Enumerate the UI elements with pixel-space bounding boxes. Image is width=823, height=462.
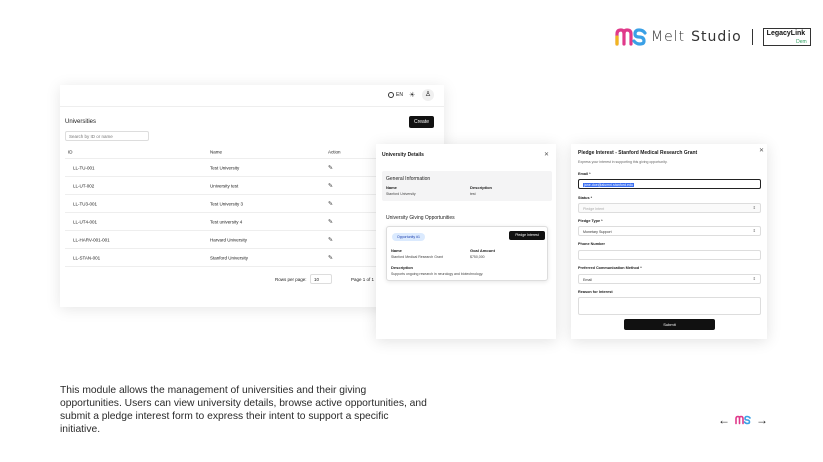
create-button[interactable]: Create <box>409 116 434 128</box>
top-bar: EN ☀ ♙ <box>60 85 444 107</box>
chevron-updown-icon: ⇕ <box>752 205 756 210</box>
cell-name: Test University 3 <box>210 201 244 206</box>
arrow-right-icon[interactable]: → <box>756 414 768 426</box>
column-header-action: Action <box>328 149 341 155</box>
name-value: Stanford University <box>386 192 416 196</box>
pledge-type-label: Pledge Type * <box>578 219 603 223</box>
submit-button[interactable]: Submit <box>624 319 715 330</box>
pledge-title: Pledge Interest - Stanford Medical Resea… <box>578 150 698 156</box>
opportunity-badge: Opportunity #1 <box>392 233 425 241</box>
cell-name: Harvard University <box>210 237 248 242</box>
description-label: Description <box>470 185 493 190</box>
email-label: Email * <box>578 172 591 176</box>
cell-name: Test University <box>210 165 240 170</box>
close-icon[interactable]: ✕ <box>544 151 549 158</box>
page-indicator: Page 1 of 1 <box>351 277 375 282</box>
cell-id: LL-TU3-001 <box>73 201 98 206</box>
communication-method-select[interactable]: Email ⇕ <box>578 274 761 284</box>
page-title: Universities <box>65 119 97 125</box>
email-value: jane.doe@alumni.stanford.edu <box>583 183 635 187</box>
edit-pencil-icon[interactable]: ✎ <box>328 182 333 189</box>
close-icon[interactable]: ✕ <box>759 147 764 154</box>
phone-label: Phone Number <box>578 242 606 246</box>
chevron-updown-icon: ⇕ <box>752 276 756 281</box>
cell-id: LL-UT4-001 <box>73 219 98 224</box>
status-select[interactable]: Pledge Intent ⇕ <box>578 203 761 213</box>
cell-id: LL-TU-001 <box>73 165 95 170</box>
globe-icon <box>388 92 394 98</box>
edit-pencil-icon[interactable]: ✎ <box>328 236 333 243</box>
cell-id: LL-HARV-001-001 <box>73 237 110 242</box>
cell-name: Stanford University <box>210 255 249 260</box>
opp-description-label: Description <box>391 265 414 270</box>
cell-id: LL-UT-002 <box>73 183 95 188</box>
giving-opportunities-title: University Giving Opportunities <box>386 215 455 221</box>
opp-name-label: Name <box>391 248 402 253</box>
phone-field[interactable] <box>578 250 761 260</box>
search-input[interactable]: Search by ID or name <box>65 131 149 141</box>
theme-toggle-icon[interactable]: ☀ <box>409 91 415 99</box>
pledge-interest-panel: Pledge Interest - Stanford Medical Resea… <box>571 144 767 339</box>
description-value: test <box>470 192 476 196</box>
name-label: Name <box>386 185 397 190</box>
brand-divider <box>751 29 753 45</box>
details-title: University Details <box>382 152 424 158</box>
general-info-title: General Information <box>386 176 431 182</box>
legacylink-logo: LegacyLink Dem <box>762 28 811 46</box>
pledge-interest-button[interactable]: Pledge Interest <box>509 231 545 240</box>
legacylink-sub: Dem <box>796 39 807 45</box>
reason-label: Reason for Interest <box>578 290 613 294</box>
rows-per-page-label: Rows per page: <box>275 277 307 282</box>
cell-name: University test <box>210 183 239 188</box>
status-label: Status * <box>578 196 593 200</box>
opp-name-value: Stanford Medical Research Grant <box>391 255 443 259</box>
melt-studio-logo-icon <box>615 28 647 46</box>
column-header-name: Name <box>210 149 223 155</box>
pledge-type-select[interactable]: Monetary Support ⇕ <box>578 226 761 236</box>
reason-textarea[interactable] <box>578 297 761 315</box>
slide-navigation: ← → <box>718 414 768 426</box>
status-value: Pledge Intent <box>583 207 605 211</box>
language-label: EN <box>396 92 403 98</box>
rows-per-page-select[interactable]: 10 <box>310 274 332 284</box>
edit-pencil-icon[interactable]: ✎ <box>328 200 333 207</box>
goal-value: $750,000 <box>470 255 485 259</box>
brand-studio-text: Studio <box>691 29 742 45</box>
brand-melt-text: Melt <box>651 29 686 45</box>
module-description: This module allows the management of uni… <box>60 385 427 435</box>
edit-pencil-icon[interactable]: ✎ <box>328 218 333 225</box>
opportunity-card: Opportunity #1 Pledge Interest Name Stan… <box>386 226 548 281</box>
communication-method-label: Preferred Communication Method * <box>578 266 642 270</box>
edit-pencil-icon[interactable]: ✎ <box>328 164 333 171</box>
brand-header: Melt Studio LegacyLink Dem <box>615 26 811 48</box>
pledge-subtitle: Express your interest in supporting this… <box>578 160 668 164</box>
general-info-card: General Information Name Stanford Univer… <box>382 171 552 201</box>
language-switch[interactable]: EN <box>388 92 403 98</box>
column-header-id: ID <box>68 149 73 155</box>
arrow-left-icon[interactable]: ← <box>718 414 730 426</box>
chevron-updown-icon: ⇕ <box>752 228 756 233</box>
rows-per-page-value: 10 <box>314 277 320 282</box>
user-avatar-icon[interactable]: ♙ <box>422 89 434 101</box>
melt-studio-small-logo-icon <box>735 415 751 425</box>
edit-pencil-icon[interactable]: ✎ <box>328 254 333 261</box>
email-field[interactable]: jane.doe@alumni.stanford.edu <box>578 179 761 189</box>
pledge-type-value: Monetary Support <box>583 230 612 234</box>
cell-name: Test university 4 <box>210 219 243 224</box>
communication-method-value: Email <box>583 278 592 282</box>
goal-label: Goal Amount <box>470 248 495 253</box>
opp-description-value: Supports ongoing research in neurology a… <box>391 272 484 276</box>
legacylink-name: LegacyLink <box>766 30 806 37</box>
cell-id: LL-STAN-001 <box>73 255 101 260</box>
university-details-panel: University Details ✕ General Information… <box>376 144 556 339</box>
